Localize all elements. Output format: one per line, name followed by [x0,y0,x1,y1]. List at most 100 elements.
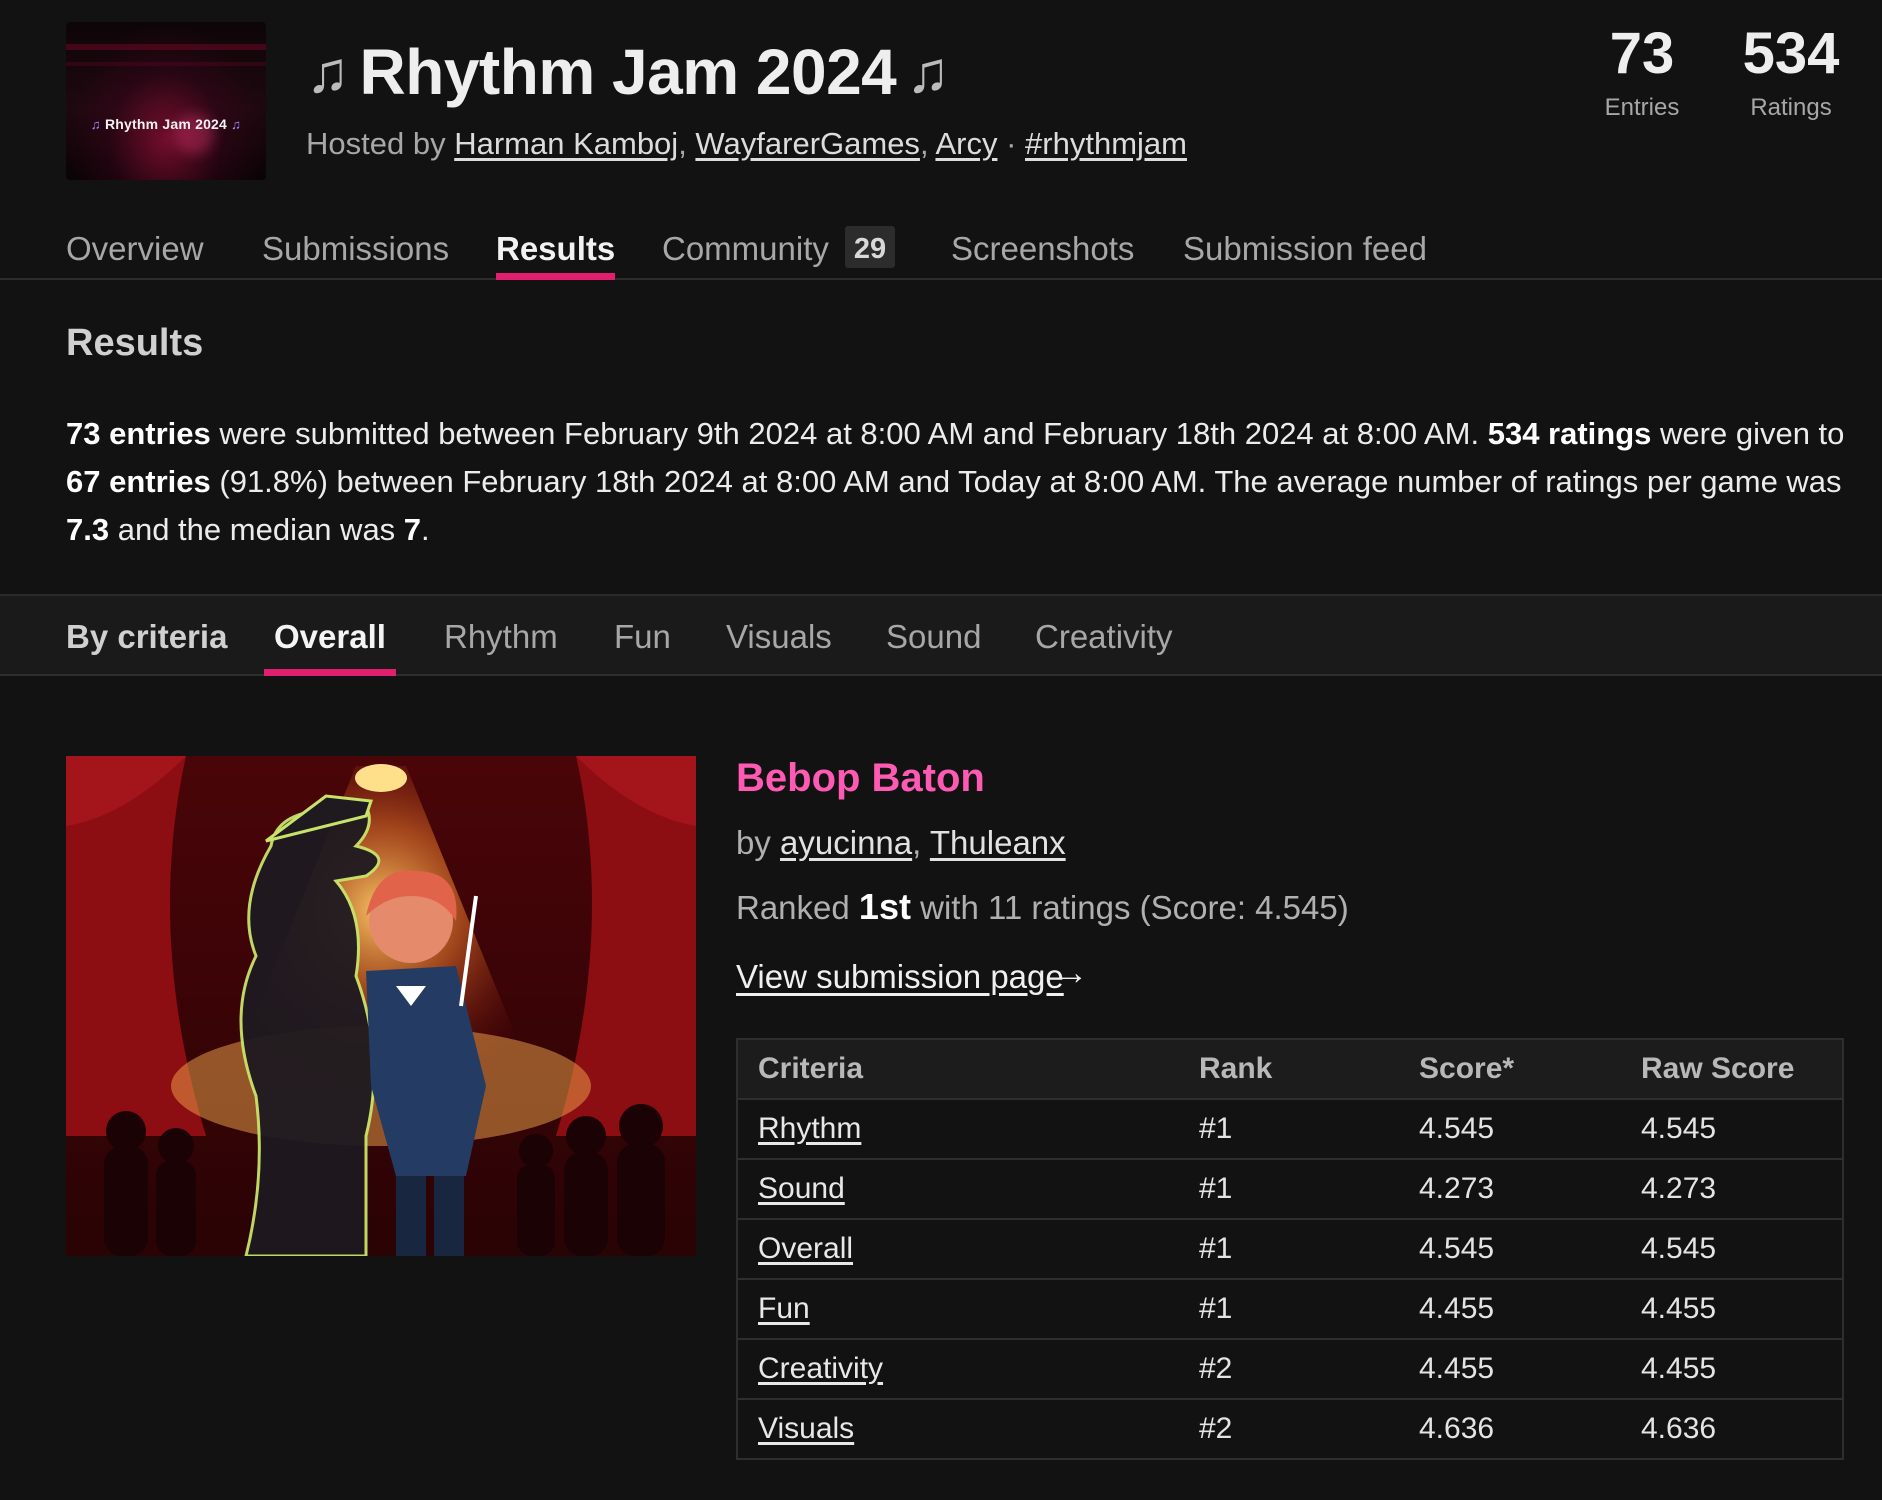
arrow-right-icon: → [1054,954,1088,992]
results-summary: 73 entries were submitted between Februa… [66,410,1846,554]
summary-rated-entries: 67 entries [66,464,211,499]
view-submission-link[interactable]: View submission page [736,958,1064,996]
tab-submissions[interactable]: Submissions [262,218,449,280]
criteria-link[interactable]: Overall [758,1232,853,1265]
table-row: Rhythm #1 4.545 4.545 [736,1099,1844,1160]
summary-text: . [421,512,430,547]
ranked-prefix: Ranked [736,889,850,926]
game-cover-image[interactable] [66,756,696,1256]
column-header-raw-score: Raw Score [1621,1038,1844,1100]
criteria-tab-rhythm[interactable]: Rhythm [444,618,558,676]
summary-text: were given to [1651,416,1845,451]
rank-cell: #2 [1179,1339,1399,1400]
criteria-tab-visuals[interactable]: Visuals [726,618,832,676]
thumbnail-decoration [66,44,266,50]
cover-illustration [66,756,696,1256]
host-link[interactable]: WayfarerGames [695,126,920,161]
jam-header: ♫ Rhythm Jam 2024 ♫ ♫ Rhythm Jam 2024 ♫ … [0,0,1882,200]
score-cell: 4.545 [1399,1099,1621,1160]
community-count-badge: 29 [844,226,896,268]
music-notes-icon: ♫ [906,39,949,105]
tab-community-label: Community [662,230,829,267]
jam-title-text: Rhythm Jam 2024 [359,36,897,108]
hosted-by-line: Hosted by Harman Kamboj, WayfarerGames, … [306,126,1187,161]
game-byline: by ayucinna, Thuleanx [736,824,1066,861]
summary-text: (91.8%) between February 18th 2024 at 8:… [210,464,1842,499]
tab-overview[interactable]: Overview [66,218,204,280]
column-header-score: Score* [1399,1038,1621,1100]
hosted-by-label: Hosted by [306,126,446,161]
thumbnail-decoration [66,62,266,66]
table-row: Fun #1 4.455 4.455 [736,1279,1844,1340]
rank-cell: #2 [1179,1399,1399,1460]
thumbnail-label: ♫ Rhythm Jam 2024 ♫ [66,116,266,132]
criteria-link[interactable]: Sound [758,1172,845,1205]
table-row: Creativity #2 4.455 4.455 [736,1339,1844,1400]
stat-entries-label: Entries [1604,94,1680,121]
score-cell: 4.455 [1399,1339,1621,1400]
criteria-link[interactable]: Fun [758,1292,810,1325]
criteria-table: Criteria Rank Score* Raw Score Rhythm #1… [736,1038,1844,1460]
rank-value: 1st [858,886,911,927]
criteria-tab-creativity[interactable]: Creativity [1035,618,1173,676]
music-notes-icon: ♫ [306,39,349,105]
score-cell: 4.455 [1399,1279,1621,1340]
criteria-link[interactable]: Creativity [758,1352,883,1385]
music-notes-icon: ♫ [231,117,242,132]
table-row: Sound #1 4.273 4.273 [736,1159,1844,1220]
summary-ratings: 534 ratings [1487,416,1652,451]
criteria-tab-sound[interactable]: Sound [886,618,981,676]
tab-community[interactable]: Community 29 [662,218,896,280]
criteria-nav: By criteria Overall Rhythm Fun Visuals S… [0,594,1882,676]
host-link[interactable]: Arcy [935,126,997,161]
summary-text: were submitted between February 9th 2024… [210,416,1488,451]
summary-median: 7 [403,512,422,547]
criteria-tab-fun[interactable]: Fun [614,618,671,676]
rank-cell: #1 [1179,1219,1399,1280]
raw-score-cell: 4.455 [1621,1279,1844,1340]
host-link[interactable]: Harman Kamboj [454,126,678,161]
summary-text: and the median was [109,512,404,547]
summary-entries: 73 entries [66,416,211,451]
thumbnail-title: Rhythm Jam 2024 [104,116,228,132]
game-title[interactable]: Bebop Baton [736,756,985,801]
score-cell: 4.545 [1399,1219,1621,1280]
rank-cell: #1 [1179,1099,1399,1160]
column-header-rank: Rank [1179,1038,1399,1100]
stat-ratings: 534 Ratings [1736,22,1846,122]
score-cell: 4.273 [1399,1159,1621,1220]
ranked-suffix: with 11 ratings (Score: 4.545) [920,889,1349,926]
table-header-row: Criteria Rank Score* Raw Score [736,1038,1844,1100]
byline-label: by [736,824,771,861]
author-link[interactable]: Thuleanx [930,824,1066,861]
rank-cell: #1 [1179,1159,1399,1220]
rank-cell: #1 [1179,1279,1399,1340]
score-cell: 4.636 [1399,1399,1621,1460]
stat-ratings-label: Ratings [1750,94,1832,121]
tab-screenshots[interactable]: Screenshots [951,218,1134,280]
table-row: Overall #1 4.545 4.545 [736,1219,1844,1280]
stat-entries-value: 73 [1609,21,1675,86]
jam-title: ♫ Rhythm Jam 2024 ♫ [306,32,950,112]
tab-submission-feed[interactable]: Submission feed [1183,218,1427,280]
column-header-criteria: Criteria [736,1038,1179,1100]
separator-dot: · [1006,126,1017,161]
raw-score-cell: 4.636 [1621,1399,1844,1460]
raw-score-cell: 4.545 [1621,1219,1844,1280]
raw-score-cell: 4.455 [1621,1339,1844,1400]
stat-entries: 73 Entries [1598,22,1686,122]
tab-results[interactable]: Results [496,218,616,280]
results-heading: Results [66,322,204,364]
hashtag-link[interactable]: #rhythmjam [1025,126,1187,161]
jam-thumbnail[interactable]: ♫ Rhythm Jam 2024 ♫ [66,22,266,180]
criteria-nav-label: By criteria [66,618,228,655]
raw-score-cell: 4.273 [1621,1159,1844,1220]
table-row: Visuals #2 4.636 4.636 [736,1399,1844,1460]
ranking-line: Ranked 1st with 11 ratings (Score: 4.545… [736,886,1349,928]
author-link[interactable]: ayucinna [780,824,912,861]
stat-ratings-value: 534 [1742,21,1840,86]
criteria-link[interactable]: Visuals [758,1412,854,1445]
criteria-tab-overall[interactable]: Overall [264,618,396,676]
music-notes-icon: ♫ [90,117,101,132]
criteria-link[interactable]: Rhythm [758,1112,861,1145]
